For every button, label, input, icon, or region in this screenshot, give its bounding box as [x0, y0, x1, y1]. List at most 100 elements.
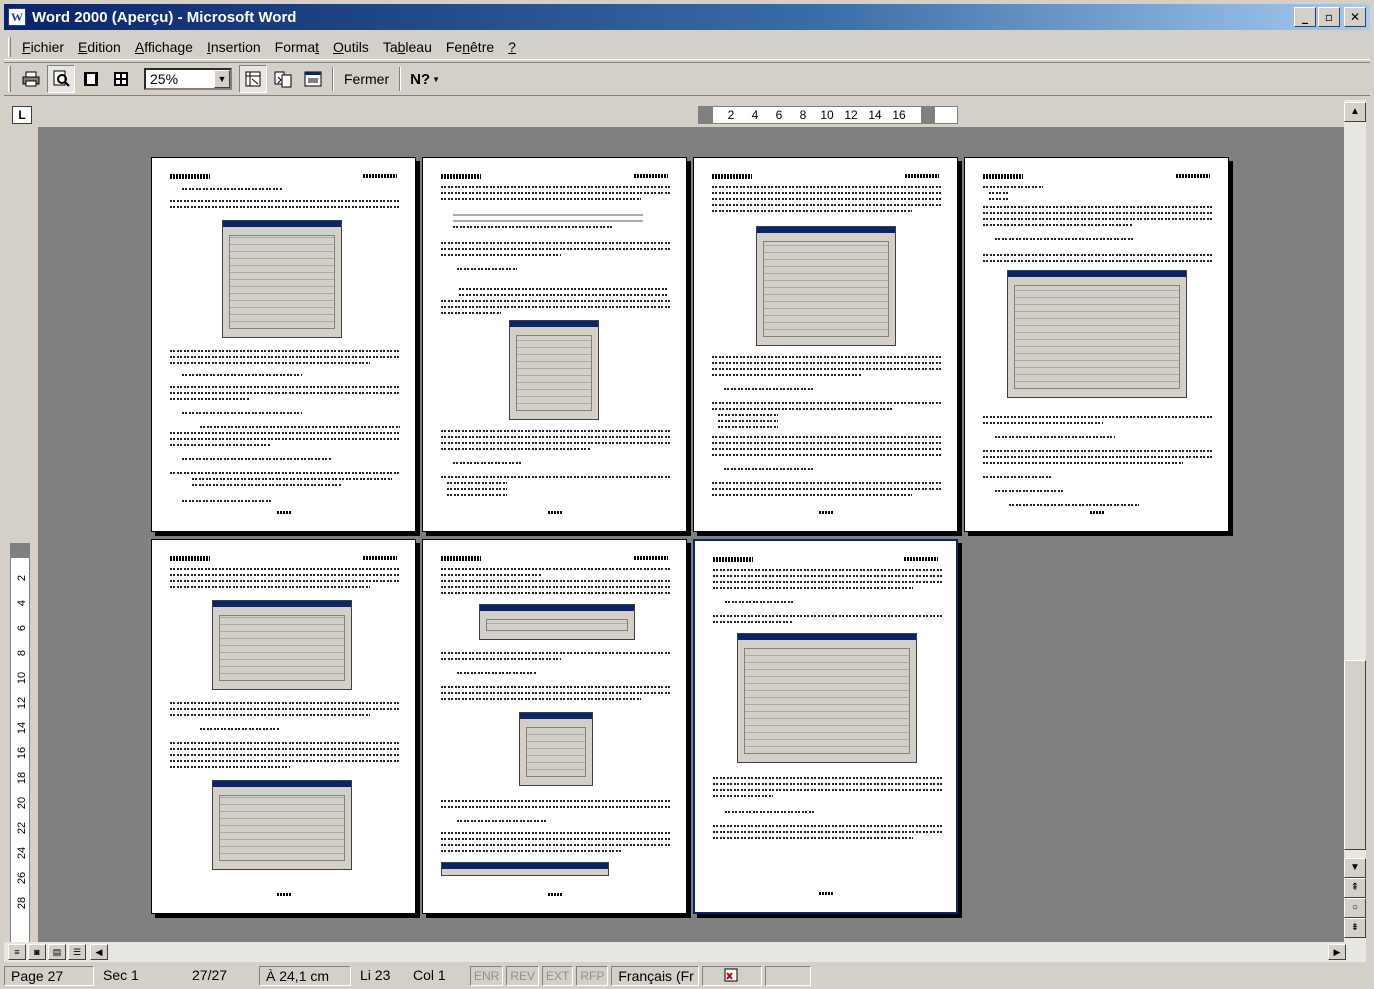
ruler-mark: 4: [751, 108, 759, 122]
ruler-mark: 14: [868, 108, 882, 122]
vruler-mark: 16: [16, 746, 28, 760]
page-thumbnail[interactable]: [693, 157, 958, 532]
next-page-button[interactable]: ⇟: [1344, 918, 1366, 938]
page-thumbnail[interactable]: [422, 539, 687, 914]
toolbar-grip[interactable]: [8, 66, 11, 92]
page-thumbnail[interactable]: [964, 157, 1229, 532]
chevron-down-icon[interactable]: ▼: [432, 75, 440, 84]
outline-view-button[interactable]: ☰: [68, 944, 86, 960]
menu-bar: Fichier Edition Affichage Insertion Form…: [4, 34, 1370, 60]
ruler-mark: 12: [844, 108, 858, 122]
ruler-mark: 6: [775, 108, 783, 122]
full-screen-button[interactable]: [299, 65, 327, 93]
ruler-mark: 2: [727, 108, 735, 122]
menu-affichage[interactable]: Affichage: [128, 39, 200, 55]
normal-view-button[interactable]: ≡: [8, 944, 26, 960]
chevron-down-icon[interactable]: ▼: [214, 70, 230, 88]
vruler-mark: 20: [16, 796, 28, 810]
menu-insertion[interactable]: Insertion: [200, 39, 268, 55]
close-preview-button[interactable]: Fermer: [338, 65, 395, 93]
status-page: Page 27: [4, 966, 94, 986]
vertical-ruler[interactable]: 2 4 6 8 10 12 14 16 18 20 22 24 26 28: [8, 127, 32, 943]
page-thumbnail-active[interactable]: [693, 539, 958, 914]
full-screen-icon: [304, 71, 322, 87]
toolbar-separator: [332, 67, 334, 91]
print-button[interactable]: [17, 65, 45, 93]
one-page-button[interactable]: [77, 65, 105, 93]
menu-help[interactable]: ?: [501, 39, 523, 55]
ruler-icon: [245, 71, 261, 87]
minimize-button[interactable]: _: [1294, 7, 1316, 27]
scroll-up-button[interactable]: ▲: [1344, 102, 1366, 122]
menu-tableau[interactable]: Tableau: [376, 39, 439, 55]
context-help-button[interactable]: N? ▼: [406, 65, 444, 93]
page-thumbnail[interactable]: [151, 157, 416, 532]
status-column: Col 1: [413, 967, 446, 983]
scroll-thumb[interactable]: [1344, 660, 1366, 850]
vruler-mark: 4: [16, 599, 28, 607]
ruler-mark: 8: [799, 108, 807, 122]
ruler-mark: 10: [820, 108, 834, 122]
vruler-mark: 22: [16, 821, 28, 835]
status-section: Sec 1: [103, 967, 139, 983]
maximize-button[interactable]: ▫: [1318, 7, 1340, 27]
menu-fenetre[interactable]: Fenêtre: [439, 39, 501, 55]
horizontal-scrollbar[interactable]: ≡ ◙ ▤ ☰ ◀ ▶: [4, 942, 1366, 962]
status-enr[interactable]: ENR: [470, 966, 504, 986]
help-pointer-icon: N?: [410, 70, 431, 88]
tab-selector[interactable]: L: [12, 106, 32, 124]
scroll-left-button[interactable]: ◀: [90, 944, 108, 960]
vruler-mark: 28: [16, 896, 28, 910]
vruler-mark: 26: [16, 871, 28, 885]
vruler-mark: 12: [16, 696, 28, 710]
print-layout-button[interactable]: ▤: [48, 944, 66, 960]
word-window: W Word 2000 (Aperçu) - Microsoft Word _ …: [0, 0, 1374, 989]
shrink-to-fit-button[interactable]: [269, 65, 297, 93]
previous-page-button[interactable]: ⇞: [1344, 878, 1366, 898]
preview-toolbar: 25% ▼ Fermer N? ▼: [4, 62, 1370, 96]
status-empty: [765, 966, 812, 986]
status-ext[interactable]: EXT: [542, 966, 574, 986]
multiple-pages-button[interactable]: [107, 65, 135, 93]
menu-grip[interactable]: [8, 36, 11, 57]
vruler-mark: 18: [16, 771, 28, 785]
menu-edition[interactable]: Edition: [71, 39, 128, 55]
vertical-scrollbar[interactable]: ▲ ▼ ⇞ ○ ⇟: [1344, 100, 1366, 942]
vruler-mark: 8: [16, 649, 28, 657]
status-page-count: 27/27: [192, 967, 228, 983]
menu-outils[interactable]: Outils: [326, 39, 376, 55]
one-page-icon: [84, 72, 98, 86]
vruler-mark: 14: [16, 721, 28, 735]
ruler-row: L 2 4 6 8 10 12 14 16: [4, 100, 1370, 128]
zoom-combobox[interactable]: 25% ▼: [144, 68, 232, 90]
status-language[interactable]: Français (Fr: [611, 966, 700, 986]
ruler-mark: 16: [892, 108, 906, 122]
word-app-icon[interactable]: W: [8, 8, 26, 26]
menu-format[interactable]: Format: [268, 39, 326, 55]
page-thumbnail[interactable]: [151, 539, 416, 914]
scroll-down-button[interactable]: ▼: [1344, 858, 1366, 878]
shrink-to-fit-icon: [274, 71, 292, 88]
web-layout-button[interactable]: ◙: [28, 944, 46, 960]
view-ruler-button[interactable]: [239, 65, 267, 93]
status-rev[interactable]: REV: [506, 966, 540, 986]
vruler-mark: 24: [16, 846, 28, 860]
right-indent-marker[interactable]: [921, 106, 935, 124]
first-line-indent-marker[interactable]: [699, 106, 713, 124]
horizontal-ruler[interactable]: 2 4 6 8 10 12 14 16: [698, 106, 958, 124]
magnifier-button[interactable]: [47, 65, 75, 93]
vruler-mark: 6: [16, 624, 28, 632]
preview-area[interactable]: [38, 127, 1344, 942]
page-thumbnail[interactable]: [422, 157, 687, 532]
close-button[interactable]: ✕: [1344, 7, 1366, 27]
window-title: Word 2000 (Aperçu) - Microsoft Word: [32, 8, 297, 26]
toolbar-separator: [399, 67, 402, 91]
status-bar: Page 27 Sec 1 27/27 À 24,1 cm Li 23 Col …: [4, 965, 1370, 987]
scroll-right-button[interactable]: ▶: [1328, 944, 1346, 960]
select-browse-object-button[interactable]: ○: [1344, 898, 1366, 918]
title-bar[interactable]: W Word 2000 (Aperçu) - Microsoft Word _ …: [4, 4, 1370, 30]
status-rfp[interactable]: RFP: [576, 966, 609, 986]
spelling-status-icon[interactable]: [702, 966, 763, 986]
menu-fichier[interactable]: Fichier: [15, 39, 71, 55]
multiple-pages-icon: [114, 72, 128, 86]
